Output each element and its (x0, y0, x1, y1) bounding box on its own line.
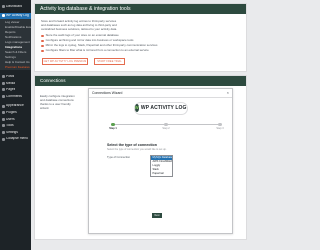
connections-wizard: Connections Wizard × W WP ACTIVITY LOG S… (88, 87, 233, 234)
sidebar-item-posts[interactable]: Posts (0, 73, 31, 80)
dashboard-icon (1, 4, 5, 8)
sidebar-item-label: Pages (6, 88, 16, 92)
sidebar-item-label: Tools (6, 124, 14, 128)
sidebar-item-tools[interactable]: Tools (0, 123, 31, 130)
free-trial-button[interactable]: START FREE TRIAL (94, 58, 125, 66)
sidebar-item-wp-activity-log[interactable]: WP Activity Log (0, 12, 31, 20)
sidebar-item-plugins[interactable]: Plugins (0, 109, 31, 116)
sidebar-item-comments[interactable]: Comments (0, 93, 31, 100)
sidebar-item-settings[interactable]: Settings (0, 129, 31, 136)
collapse-icon (1, 137, 5, 141)
connections-card-title: Connections (35, 76, 246, 86)
wizard-title: Connections Wizard (92, 90, 123, 95)
sidebar-item-users[interactable]: Users (0, 116, 31, 123)
sidebar-item-pages[interactable]: Pages (0, 87, 31, 94)
logo-glyph: W (134, 104, 139, 110)
step-dot (218, 122, 222, 126)
wizard-steps: Step 1 Step 2 Step 3 (103, 122, 224, 135)
sidebar-item-label: Posts (6, 75, 15, 79)
wizard-body: Select the type of connection Select the… (89, 135, 232, 178)
connection-type-heading: Select the type of connection (107, 142, 157, 147)
intro-card-title: Activity log database & integration tool… (35, 4, 246, 14)
wp-activity-log-logo: W WP ACTIVITY LOG (133, 101, 188, 115)
close-icon[interactable]: × (227, 90, 229, 95)
next-button[interactable]: Next (152, 212, 162, 218)
connection-type-help: Select the type of connection you would … (107, 148, 167, 152)
comment-icon (1, 94, 5, 98)
connections-description: Easily configure integration and databas… (40, 93, 75, 110)
bullet-icon (41, 49, 44, 53)
sidebar-item-collapse[interactable]: Collapse menu (0, 136, 31, 143)
sidebar-item-label: Comments (6, 94, 22, 98)
cta-buttons: GET WP ACTIVITY LOG PREMIUM START FREE T… (41, 58, 240, 66)
logo-text: WP ACTIVITY LOG (140, 105, 187, 112)
main-content: Activity log database & integration tool… (34, 3, 247, 240)
submenu-premium-features[interactable]: Premium Features (0, 65, 31, 70)
intro-card-body: Store and forward activity log entries t… (35, 14, 246, 71)
sidebar-item-label: Appearance (6, 104, 24, 108)
user-icon (1, 117, 5, 121)
sidebar-item-media[interactable]: Media (0, 80, 31, 87)
connection-type-label: Type of Connection (107, 156, 131, 160)
connections-card-body: Easily configure integration and databas… (35, 85, 246, 239)
admin-sidebar: Dashboard WP Activity Log Log viewer Ena… (0, 0, 31, 250)
sidebar-item-dashboard[interactable]: Dashboard (0, 3, 31, 10)
sidebar-item-label: Dashboard (6, 4, 23, 8)
sidebar-item-label: Settings (6, 130, 18, 134)
pin-icon (1, 75, 5, 79)
sidebar-item-label: WP Activity Log (6, 14, 29, 18)
connection-type-dropdown[interactable]: MySQL Database AWS CloudWatch Loggly Sla… (150, 155, 173, 178)
bullet-icon (41, 34, 44, 38)
intro-description: Store and forward activity log entries t… (41, 19, 117, 31)
bullet-icon (41, 39, 44, 43)
plugin-icon (1, 111, 5, 115)
sidebar-item-label: Users (6, 117, 15, 121)
brush-icon (1, 104, 5, 108)
sidebar-submenu: Log viewer Enable/Disable Events Reports… (0, 19, 31, 71)
step-dot (111, 122, 115, 126)
step-label: Step 3 (216, 126, 224, 130)
get-premium-button[interactable]: GET WP ACTIVITY LOG PREMIUM (42, 58, 88, 66)
connection-type-row: Type of Connection MySQL Database AWS Cl… (107, 155, 232, 178)
feature-list: Store the audit logs of your sites on an… (41, 33, 240, 53)
feature-item: Configure filters to filter what is mirr… (41, 48, 240, 53)
step-label: Step 2 (162, 126, 170, 130)
intro-card: Activity log database & integration tool… (34, 3, 247, 73)
sidebar-item-label: Media (6, 81, 15, 85)
wrench-icon (1, 124, 5, 128)
wizard-header: Connections Wizard × (89, 89, 232, 98)
step-3: Step 3 (210, 122, 230, 130)
activity-log-icon (1, 14, 5, 18)
step-dot (164, 122, 168, 126)
sidebar-item-appearance[interactable]: Appearance (0, 103, 31, 110)
bullet-icon (41, 44, 44, 48)
sidebar-item-label: Plugins (6, 110, 17, 114)
step-2: Step 2 (156, 122, 176, 130)
option-papertrail[interactable]: Papertrail (151, 172, 172, 176)
media-icon (1, 81, 5, 85)
connections-card: Connections Easily configure integration… (34, 75, 247, 240)
feature-text: Configure filters to filter what is mirr… (45, 48, 149, 53)
sidebar-item-label: Collapse menu (6, 137, 28, 141)
page-icon (1, 88, 5, 92)
step-1: Step 1 (103, 122, 123, 130)
settings-icon (1, 130, 5, 134)
step-label: Step 1 (109, 126, 117, 130)
logo-icon: W (134, 104, 139, 113)
